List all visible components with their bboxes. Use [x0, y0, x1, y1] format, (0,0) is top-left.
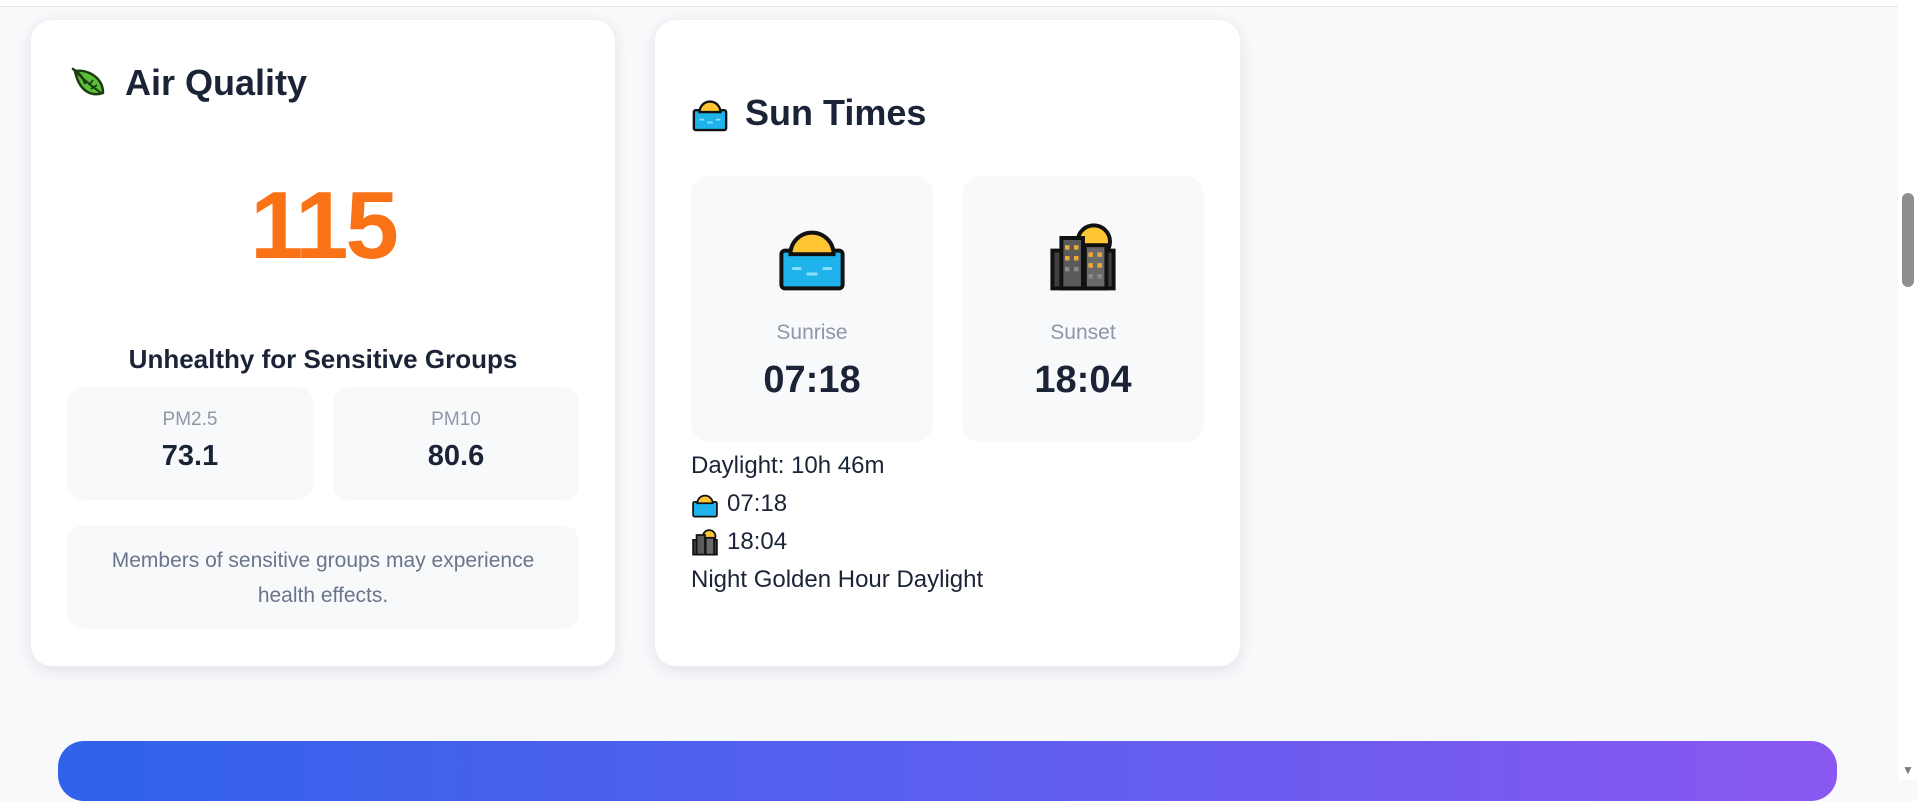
- sunrise-label: Sunrise: [776, 321, 848, 344]
- air-quality-card: Air Quality 115 Unhealthy for Sensitive …: [30, 19, 616, 667]
- pm25-box: PM2.5 73.1: [67, 387, 313, 500]
- top-section-divider: [0, 0, 1898, 7]
- scrollbar-track[interactable]: [1898, 0, 1918, 780]
- pm10-value: 80.6: [427, 440, 485, 472]
- sunrise-icon: [692, 494, 718, 518]
- sunset-time: 18:04: [1034, 359, 1132, 401]
- pm10-box: PM10 80.6: [333, 387, 579, 500]
- aqi-value: 115: [250, 172, 399, 279]
- sunrise-line: 07:18: [691, 485, 983, 523]
- sunset-city-icon: [692, 529, 718, 556]
- day-phases: Night Golden Hour Daylight: [691, 566, 984, 593]
- sun-times-title: Sun Times: [745, 92, 927, 133]
- sun-times-header: Sun Times: [691, 92, 926, 134]
- sunrise-box: Sunrise 07:18: [691, 176, 933, 442]
- sunset-label: Sunset: [1050, 321, 1116, 344]
- sun-details: Daylight: 10h 46m 07:18 18:04 Night Gold…: [691, 447, 983, 599]
- scroll-down-arrow-icon[interactable]: ▼: [1900, 762, 1916, 778]
- sun-times-card: Sun Times Sunrise 07:18 Sunset 18:04 Day…: [654, 19, 1241, 667]
- sunset-line: 18:04: [691, 523, 983, 561]
- aqi-category: Unhealthy for Sensitive Groups: [128, 344, 518, 374]
- sunrise-icon: [692, 100, 728, 132]
- health-message: Members of sensitive groups may experien…: [67, 525, 579, 629]
- sunset-city-icon: [1050, 223, 1116, 291]
- daylight-duration: Daylight: 10h 46m: [691, 452, 885, 479]
- sunset-box: Sunset 18:04: [962, 176, 1204, 442]
- pm25-value: 73.1: [161, 440, 219, 472]
- leaf-icon: [71, 67, 105, 96]
- sunrise-time: 07:18: [763, 359, 861, 401]
- gradient-banner: [58, 741, 1837, 801]
- sunrise-line-time: 07:18: [727, 490, 788, 517]
- sunrise-icon: [779, 230, 845, 291]
- air-quality-title: Air Quality: [125, 62, 308, 103]
- scrollbar-thumb[interactable]: [1902, 193, 1914, 287]
- pm25-label: PM2.5: [162, 409, 218, 430]
- sunset-line-time: 18:04: [727, 528, 788, 555]
- air-quality-header: Air Quality: [69, 62, 307, 104]
- pm10-label: PM10: [431, 409, 481, 430]
